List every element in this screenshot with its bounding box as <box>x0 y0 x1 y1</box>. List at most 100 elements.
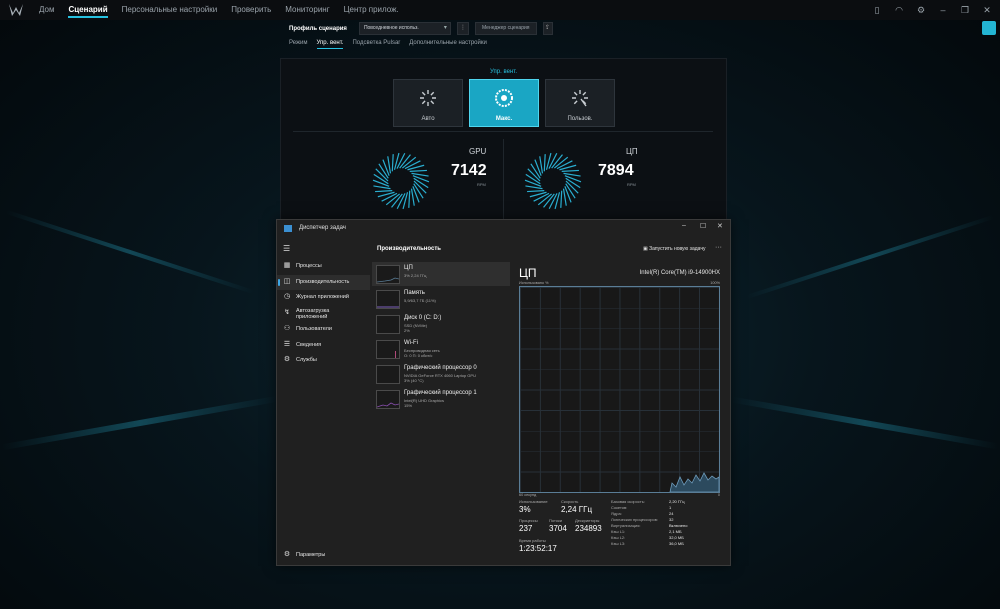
disk-thumbnail <box>376 315 400 334</box>
nav-details[interactable]: ☰ Сведения <box>277 338 370 353</box>
export-icon[interactable]: ⇪ <box>542 22 553 35</box>
detail-key: Кэш L3: <box>611 541 626 546</box>
gpu-fan-rpm-unit: RPM <box>477 182 486 187</box>
nav-app-history[interactable]: ◷ Журнал приложений <box>277 290 370 305</box>
task-manager-titlebar[interactable]: Диспетчер задач – ☐ ✕ <box>277 220 730 238</box>
nav-item-scenario[interactable]: Сценарий <box>61 0 114 20</box>
task-manager-sidebar: ☰ ▦ Процессы ◫ Производительность ◷ Журнал … <box>277 238 370 565</box>
profile-label: Профиль сценария <box>289 25 347 32</box>
scenario-manager-button[interactable]: Менеджер сценария <box>474 22 537 35</box>
nav-users[interactable]: ⚇ Пользователи <box>277 322 370 337</box>
processes-label: Процессы <box>519 518 538 523</box>
fan-mode-custom-button[interactable]: Пользов. <box>545 79 615 127</box>
nav-details-label: Сведения <box>296 342 322 348</box>
minimize-icon[interactable]: – <box>938 5 948 15</box>
tab-additional-settings[interactable]: Дополнительные настройки <box>409 40 487 49</box>
detail-value: 24 <box>669 511 674 516</box>
fan-auto-icon <box>420 90 436 106</box>
device-subtitle: 3% 2,24 ГГц <box>404 273 427 278</box>
tab-pulsar-lighting[interactable]: Подсветка Pulsar <box>352 40 400 49</box>
profile-dropdown[interactable]: Повседневное использ. <box>358 22 451 35</box>
detail-value: 2,20 ГГц <box>669 499 685 504</box>
tab-fan-control[interactable]: Упр. вент. <box>316 40 343 49</box>
detail-key: Виртуализация: <box>611 523 641 528</box>
speed-label: Скорость <box>561 499 579 504</box>
fan-blade <box>409 169 427 172</box>
nav-services[interactable]: ⚙ Службы <box>277 353 370 368</box>
cpu-fan-rpm: 7894 <box>598 162 634 179</box>
wifi-thumbnail <box>376 340 400 359</box>
run-new-task-button[interactable]: ▣ Запустить новую задачу <box>643 246 705 252</box>
predator-logo-icon[interactable] <box>8 3 24 17</box>
device-icon[interactable]: ▯ <box>872 5 882 15</box>
nav-startup-apps-label: Автозагрузка приложений <box>296 308 330 320</box>
fan-blade <box>527 190 545 193</box>
nav-users-label: Пользователи <box>296 326 332 332</box>
device-name: Графический процессор 1 <box>404 390 477 396</box>
handles-value: 234893 <box>575 524 602 533</box>
device-name: Wi-Fi <box>404 340 418 346</box>
restore-icon[interactable]: ❐ <box>960 5 970 15</box>
nav-item-check[interactable]: Проверить <box>224 0 278 20</box>
device-item-memory[interactable]: Память 5,9/63,7 ГБ (11%) <box>372 287 510 311</box>
device-subtitle-2: 3% (40 °C) <box>404 378 424 383</box>
more-options-icon[interactable]: ··· <box>715 244 722 251</box>
minimize-icon[interactable]: – <box>682 222 686 229</box>
nav-performance[interactable]: ◫ Производительность <box>277 275 370 290</box>
device-item-disk[interactable]: Диск 0 (C: D:) SSD (NVMe) 2% <box>372 312 510 336</box>
nav-processes-label: Процессы <box>296 263 322 269</box>
close-icon[interactable]: ✕ <box>982 5 992 15</box>
startup-icon: ↯ <box>284 309 290 316</box>
fan-blade <box>410 188 415 206</box>
fan-mode-max-label: Макс. <box>495 116 513 122</box>
device-item-cpu[interactable]: ЦП 3% 2,24 ГГц <box>372 262 510 286</box>
nav-item-personal-settings[interactable]: Персональные настройки <box>115 0 225 20</box>
device-subtitle-2: 2% <box>404 328 410 333</box>
detail-key: Логических процессоров: <box>611 517 658 522</box>
profile-options-icon[interactable]: ⋮ <box>456 22 469 35</box>
gpu-fan-label: GPU <box>469 147 487 156</box>
close-icon[interactable]: ✕ <box>717 222 723 230</box>
fan-control-title: Упр. вент. <box>490 69 517 75</box>
uptime-label: Время работы <box>519 538 546 543</box>
fan-mode-selector: Авто Макс. Пользов. <box>393 79 615 127</box>
fan-mode-auto-label: Авто <box>421 116 435 122</box>
fan-mode-auto-button[interactable]: Авто <box>393 79 463 127</box>
uptime-value: 1:23:52:17 <box>519 544 557 553</box>
side-panel-toggle-icon[interactable] <box>982 21 996 35</box>
nav-settings[interactable]: ⚙ Параметры <box>277 548 370 563</box>
scenario-manager-label: Менеджер сценария <box>481 25 530 31</box>
nav-processes[interactable]: ▦ Процессы <box>277 259 370 274</box>
maximize-icon[interactable]: ☐ <box>700 222 706 230</box>
device-item-gpu1[interactable]: Графический процессор 1 Intel(R) UHD Gra… <box>372 387 510 411</box>
utilization-value: 3% <box>519 505 531 514</box>
device-item-wifi[interactable]: Wi-Fi Беспроводная сеть О: 0 П: 0 кбит/с <box>372 337 510 361</box>
fan-blade <box>387 156 392 174</box>
detail-value: 36,0 МБ <box>669 541 684 546</box>
fan-blade <box>562 188 567 206</box>
performance-icon: ◫ <box>283 278 291 285</box>
services-icon: ⚙ <box>283 356 291 363</box>
gear-icon[interactable]: ⚙ <box>916 5 926 15</box>
handles-label: Дескрипторы <box>575 518 600 523</box>
axis-top-left: Использовано % <box>519 281 549 285</box>
cpu-graph-svg <box>669 472 720 493</box>
device-subtitle-2: О: 0 П: 0 кбит/с <box>404 353 433 358</box>
detail-key: Кэш L2: <box>611 535 626 540</box>
nav-item-home[interactable]: Дом <box>32 0 61 20</box>
tab-mode[interactable]: Режим <box>289 40 308 49</box>
top-navigation-bar: Дом Сценарий Персональные настройки Пров… <box>0 0 1000 20</box>
detail-value: 32 <box>669 517 674 522</box>
hamburger-menu-icon[interactable]: ☰ <box>283 244 290 253</box>
history-icon: ◷ <box>283 293 291 300</box>
nav-item-monitoring[interactable]: Мониторинг <box>278 0 336 20</box>
device-subtitle-2: 15% <box>404 403 413 408</box>
fan-blade <box>375 190 393 193</box>
fan-mode-max-button[interactable]: Макс. <box>469 79 539 127</box>
nav-item-app-center[interactable]: Центр прилож. <box>337 0 406 20</box>
gear-icon: ⚙ <box>283 551 291 558</box>
detail-value: Включено <box>669 523 688 528</box>
headset-icon[interactable]: ◠ <box>894 5 904 15</box>
device-item-gpu0[interactable]: Графический процессор 0 NVIDIA GeForce R… <box>372 362 510 386</box>
cpu-fan-rpm-unit: RPM <box>627 182 636 187</box>
